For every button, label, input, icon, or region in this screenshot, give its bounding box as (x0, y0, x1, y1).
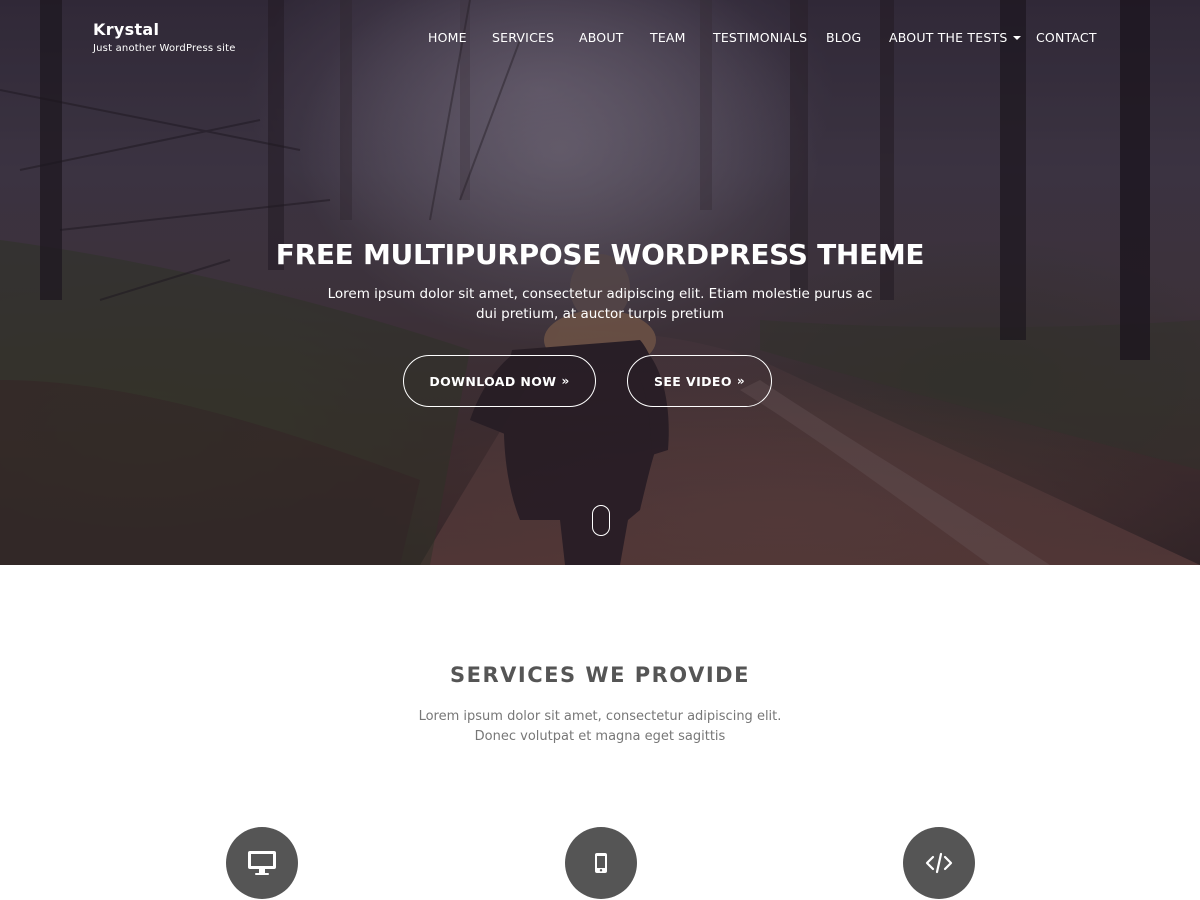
see-video-button[interactable]: SEE VIDEO » (627, 355, 772, 407)
double-chevron-right-icon: » (561, 374, 570, 388)
double-chevron-right-icon: » (736, 374, 746, 388)
hero-subtext: Lorem ipsum dolor sit amet, consectetur … (327, 286, 873, 322)
caret-down-icon (1013, 35, 1022, 40)
services-subtitle: Lorem ipsum dolor sit amet, consectetur … (350, 707, 850, 747)
code-icon (925, 852, 953, 874)
hero-heading: FREE MULTIPURPOSE WORDPRESS THEME (275, 238, 925, 271)
hero-dark-overlay (0, 0, 1200, 565)
main-navigation: HOME SERVICES ABOUT TEAM TESTIMONIALS BL… (0, 30, 1200, 48)
service-icon-circle-desktop (226, 827, 298, 899)
desktop-icon (248, 851, 276, 875)
download-now-label: DOWNLOAD NOW (429, 373, 557, 389)
nav-item-testimonials[interactable]: TESTIMONIALS (713, 30, 807, 45)
mobile-icon (595, 853, 607, 873)
services-title: SERVICES WE PROVIDE (450, 663, 750, 687)
nav-item-team[interactable]: TEAM (650, 30, 686, 45)
hero-section: Krystal Just another WordPress site HOME… (0, 0, 1200, 565)
nav-item-about[interactable]: ABOUT (579, 30, 624, 45)
service-icon-circle-code (903, 827, 975, 899)
nav-item-contact[interactable]: CONTACT (1036, 30, 1097, 45)
services-subtitle-line-1: Lorem ipsum dolor sit amet, consectetur … (418, 709, 782, 724)
scroll-down-indicator[interactable] (592, 505, 610, 536)
see-video-label: SEE VIDEO (653, 373, 732, 389)
nav-item-blog[interactable]: BLOG (826, 30, 861, 45)
nav-item-services[interactable]: SERVICES (492, 30, 554, 45)
services-subtitle-line-2: Donec volutpat et magna eget sagittis (474, 729, 726, 744)
nav-item-about-the-tests[interactable]: ABOUT THE TESTS (889, 30, 1022, 45)
nav-item-about-the-tests-label: ABOUT THE TESTS (889, 30, 1008, 45)
service-icon-circle-mobile (565, 827, 637, 899)
download-now-button[interactable]: DOWNLOAD NOW » (403, 355, 596, 407)
nav-item-home[interactable]: HOME (428, 30, 467, 45)
